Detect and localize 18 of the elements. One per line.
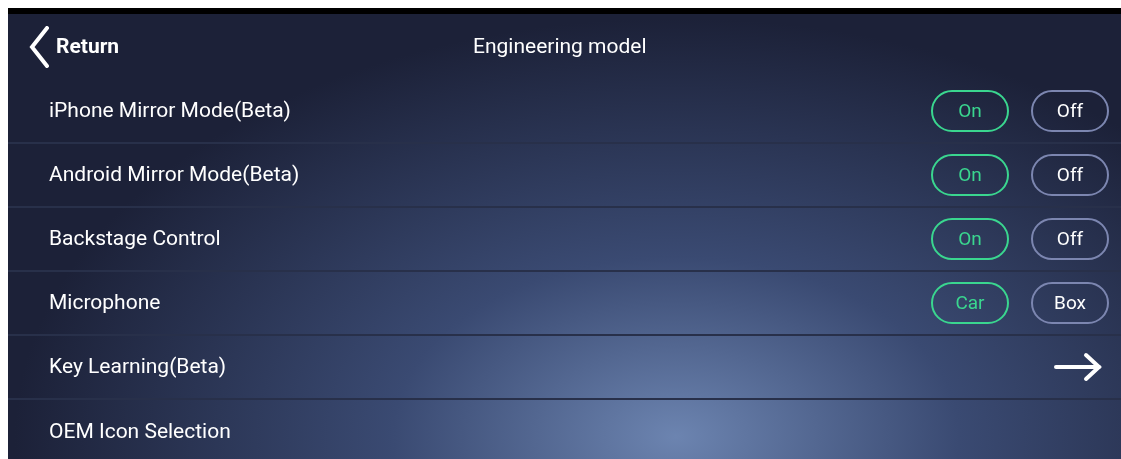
screen-title: Engineering model bbox=[473, 33, 647, 61]
option-button[interactable]: On bbox=[931, 218, 1009, 260]
right-arrow-icon[interactable] bbox=[1053, 352, 1103, 382]
back-chevron-icon bbox=[28, 26, 50, 68]
option-button[interactable]: Off bbox=[1031, 154, 1109, 196]
setting-label: OEM Icon Selection bbox=[49, 418, 232, 446]
setting-label: Backstage Control bbox=[49, 225, 222, 253]
option-button[interactable]: Car bbox=[931, 282, 1009, 324]
setting-label: Android Mirror Mode(Beta) bbox=[49, 161, 301, 189]
setting-label: iPhone Mirror Mode(Beta) bbox=[49, 97, 292, 125]
option-button[interactable]: Off bbox=[1031, 90, 1109, 132]
option-button[interactable]: Off bbox=[1031, 218, 1109, 260]
option-button[interactable]: On bbox=[931, 90, 1009, 132]
setting-label: Microphone bbox=[49, 289, 162, 317]
setting-label: Key Learning(Beta) bbox=[49, 353, 228, 381]
back-button[interactable]: Return bbox=[28, 26, 120, 68]
option-button[interactable]: Box bbox=[1031, 282, 1109, 324]
option-button[interactable]: On bbox=[931, 154, 1009, 196]
